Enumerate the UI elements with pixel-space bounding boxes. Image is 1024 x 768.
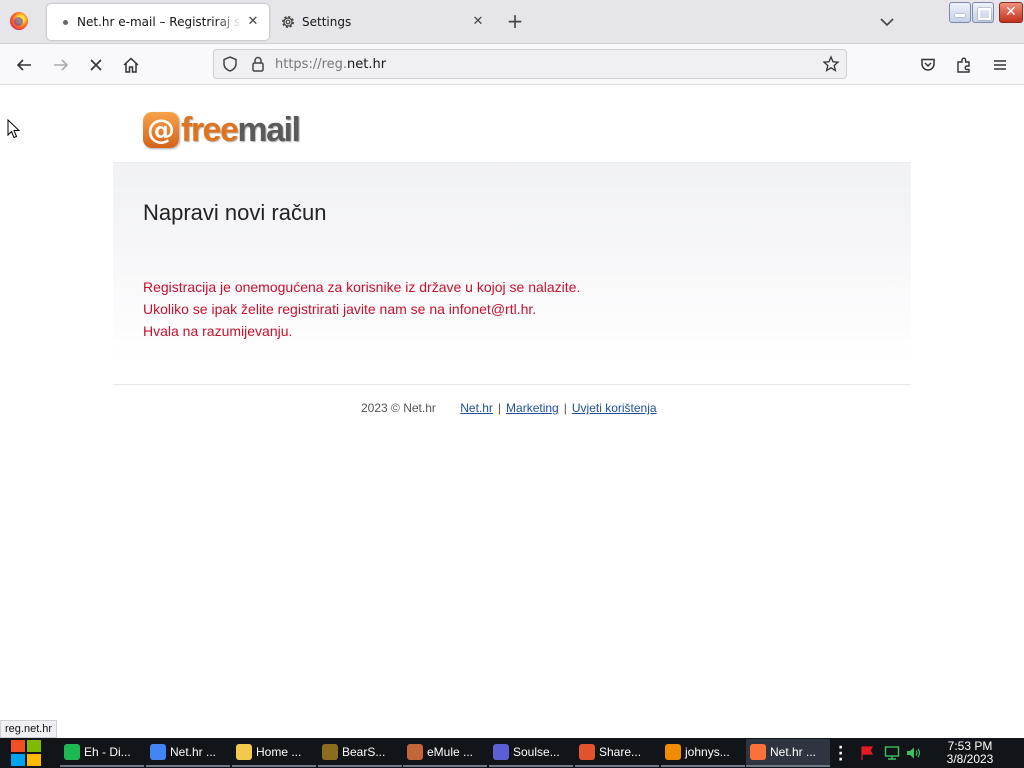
close-tab-icon[interactable]: ✕: [245, 14, 261, 30]
page-title: Napravi novi račun: [143, 200, 327, 225]
footer-link-marketing[interactable]: Marketing: [506, 401, 559, 415]
footer-separator: |: [563, 401, 567, 415]
logo-mail: mail: [237, 111, 301, 149]
action-center-flag-icon[interactable]: [860, 746, 876, 760]
taskbar-item-label: johnys...: [685, 745, 730, 759]
url-text[interactable]: https://reg.net.hr: [275, 57, 386, 72]
restore-window-button[interactable]: [972, 2, 994, 23]
minimize-window-button[interactable]: [949, 2, 971, 23]
volume-icon[interactable]: [906, 746, 922, 760]
emule-icon: [407, 744, 423, 760]
arrow-right-icon: [54, 59, 69, 71]
new-tab-button[interactable]: +: [505, 11, 525, 31]
footer-separator: |: [497, 401, 502, 415]
tracking-protection-shield-icon[interactable]: [221, 55, 239, 73]
spotify-icon: [64, 744, 80, 760]
taskbar-item[interactable]: johnys...: [661, 739, 745, 767]
at-sign-logo-icon: @: [143, 112, 179, 148]
tab-strip: Net.hr e-mail – Registriraj se ✕ Setting…: [0, 0, 1024, 44]
back-button[interactable]: [12, 53, 36, 77]
url-prefix: https://reg.: [275, 57, 348, 72]
taskbar-item[interactable]: BearS...: [318, 739, 402, 767]
taskbar-item[interactable]: Eh - Di...: [60, 739, 144, 767]
arrow-left-icon: [16, 59, 31, 71]
taskbar: Eh - Di... Net.hr ... Home ... BearS... eMul…: [0, 738, 1024, 768]
message-line: Ukoliko se ipak želite registrirati javi…: [143, 301, 537, 317]
tray-overflow-icon[interactable]: · · ·: [838, 741, 844, 767]
address-bar[interactable]: https://reg.net.hr: [213, 49, 847, 79]
clock-date: 3/8/2023: [946, 752, 994, 766]
lock-icon[interactable]: [249, 55, 267, 73]
footer-divider: [113, 384, 911, 385]
taskbar-item[interactable]: eMule ...: [403, 739, 487, 767]
list-all-tabs-icon[interactable]: [877, 12, 897, 32]
network-icon[interactable]: [884, 746, 900, 760]
hamburger-menu-icon: [994, 60, 1006, 70]
stop-loading-button[interactable]: [84, 53, 108, 77]
shareaza-icon: [579, 744, 595, 760]
logo-free: free: [181, 111, 239, 149]
taskbar-item-label: Eh - Di...: [84, 745, 131, 759]
puzzle-piece-icon: [957, 57, 970, 73]
close-window-button[interactable]: [999, 2, 1023, 23]
logo-wordmark: freemail: [181, 111, 301, 149]
tab-net-hr-registration[interactable]: Net.hr e-mail – Registriraj se ✕: [47, 4, 269, 40]
close-tab-icon[interactable]: ✕: [470, 14, 486, 30]
application-menu-button[interactable]: [988, 53, 1012, 77]
forward-button[interactable]: [49, 53, 73, 77]
navigation-toolbar: https://reg.net.hr: [0, 44, 1024, 85]
firefox-icon: [750, 744, 766, 760]
home-icon: [123, 57, 139, 73]
copyright-text: 2023 © Net.hr: [361, 401, 436, 415]
error-message: Registracija je onemogućena za korisnike…: [143, 276, 580, 342]
taskbar-item[interactable]: Soulse...: [489, 739, 573, 767]
registration-panel: Napravi novi račun Registracija je onemo…: [113, 162, 911, 386]
taskbar-item-label: Home ...: [256, 745, 302, 759]
status-bar-url: reg.net.hr: [0, 720, 58, 738]
tab-title: Net.hr e-mail – Registriraj se: [77, 15, 241, 29]
taskbar-item-label: Share...: [599, 745, 642, 759]
taskbar-item-label: Net.hr ...: [770, 745, 817, 759]
message-line: Registracija je onemogućena za korisnike…: [143, 279, 581, 295]
taskbar-item-label: BearS...: [342, 745, 386, 759]
pocket-button[interactable]: [916, 53, 940, 77]
folder-icon: [236, 744, 252, 760]
mouse-pointer-icon: [7, 119, 21, 139]
close-icon: [90, 59, 102, 71]
system-clock[interactable]: 7:53 PM 3/8/2023: [936, 740, 1004, 766]
tab-settings[interactable]: Settings ✕: [272, 4, 494, 40]
tab-title: Settings: [302, 15, 352, 29]
taskbar-item[interactable]: Share...: [575, 739, 659, 767]
taskbar-item-label: eMule ...: [427, 745, 474, 759]
message-line: Hvala na razumijevanju.: [143, 323, 293, 339]
pocket-icon: [921, 58, 935, 71]
taskbar-item-label: Net.hr ...: [170, 745, 217, 759]
footer-link-terms[interactable]: Uvjeti korištenja: [572, 401, 657, 415]
url-domain: net.hr: [347, 57, 387, 72]
extensions-button[interactable]: [952, 53, 976, 77]
bearshare-icon: [322, 744, 338, 760]
footer-link-net-hr[interactable]: Net.hr: [460, 401, 493, 415]
taskbar-item[interactable]: Net.hr ...: [146, 739, 230, 767]
page-content: @ freemail Napravi novi račun Registraci…: [0, 86, 1024, 738]
taskbar-item[interactable]: Net.hr ...: [746, 739, 830, 767]
gear-icon: [282, 16, 294, 28]
freemail-logo[interactable]: @ freemail: [143, 110, 301, 150]
taskbar-item[interactable]: Home ...: [232, 739, 316, 767]
chrome-icon: [150, 744, 166, 760]
vlc-icon: [665, 744, 681, 760]
page-footer: 2023 © Net.hr Net.hr | Marketing | Uvjeti ko…: [361, 400, 657, 416]
home-button[interactable]: [119, 53, 143, 77]
soulseek-icon: [493, 744, 509, 760]
windows-start-button[interactable]: [8, 739, 44, 767]
bookmark-star-icon[interactable]: [822, 55, 840, 73]
firefox-logo-icon[interactable]: [10, 12, 28, 30]
loading-dot-icon: [63, 20, 68, 25]
taskbar-item-label: Soulse...: [513, 745, 560, 759]
